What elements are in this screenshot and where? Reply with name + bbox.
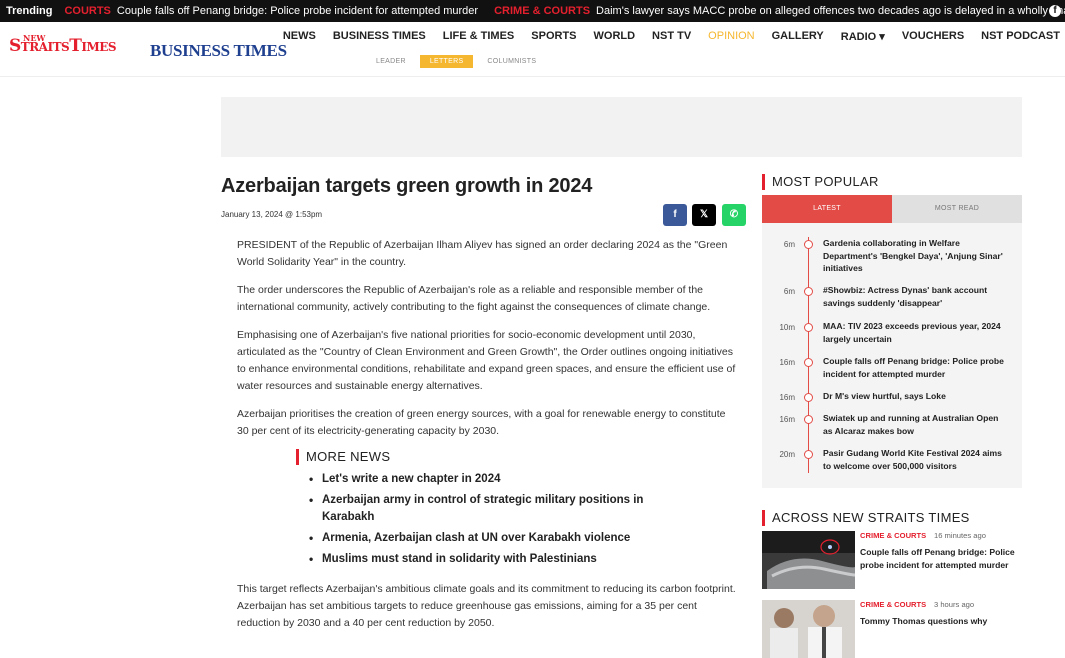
nav-item-gallery[interactable]: GALLERY (772, 30, 824, 43)
nav-item-nst-tv[interactable]: NST TV (652, 30, 691, 43)
nav-item-opinion[interactable]: OPINION (708, 30, 754, 43)
item-time: 16m (779, 415, 795, 424)
item-time: 20m (779, 450, 795, 459)
whatsapp-share-button[interactable]: ✆ (722, 204, 746, 226)
tab-most-read[interactable]: MOST READ (892, 195, 1022, 223)
item-headline[interactable]: Dr M's view hurtful, says Loke (823, 390, 1005, 403)
trending-category: CRIME & COURTS (494, 5, 591, 17)
article-paragraph: The order underscores the Republic of Az… (237, 284, 711, 313)
trending-label: Trending (6, 5, 53, 17)
nav-item-nst-podcast[interactable]: NST PODCAST (981, 30, 1060, 43)
site-header: NEW StraitsTimes BUSINESS TIMES NEWS BUS… (0, 22, 1065, 77)
item-headline[interactable]: Pasir Gudang World Kite Festival 2024 ai… (823, 447, 1005, 472)
item-time: 6m (783, 240, 795, 249)
nav-item-news[interactable]: NEWS (283, 30, 316, 43)
item-headline[interactable]: #Showbiz: Actress Dynas' bank account sa… (823, 284, 1005, 309)
ad-banner (221, 97, 1022, 157)
timeline-dot (804, 287, 813, 296)
item-headline[interactable]: MAA: TIV 2023 exceeds previous year, 202… (823, 320, 1005, 345)
article-title: Azerbaijan targets green growth in 2024 (221, 175, 593, 197)
more-news-list: Let's write a new chapter in 2024 Azerba… (296, 471, 696, 568)
timeline-dot (804, 393, 813, 402)
trending-bar: Trending COURTS Couple falls off Penang … (0, 0, 1065, 22)
main-nav: NEWS BUSINESS TIMES LIFE & TIMES SPORTS … (266, 30, 1060, 43)
article-time: 16 minutes ago (934, 531, 986, 540)
trending-item[interactable]: CRIME & COURTS Daim's lawyer says MACC p… (494, 5, 1065, 17)
most-popular-heading: MOST POPULAR (762, 174, 879, 190)
facebook-share-button[interactable]: f (663, 204, 687, 226)
article-thumbnail[interactable] (762, 531, 855, 589)
more-news-link[interactable]: Azerbaijan army in control of strategic … (296, 492, 666, 526)
most-popular-list: 6m Gardenia collaborating in Welfare Dep… (762, 223, 1022, 488)
article-category[interactable]: CRIME & COURTS (860, 531, 926, 540)
article-category[interactable]: CRIME & COURTS (860, 600, 926, 609)
trending-headline: Daim's lawyer says MACC probe on alleged… (596, 5, 1065, 17)
nav-item-business-times[interactable]: BUSINESS TIMES (333, 30, 426, 43)
subnav-leader[interactable]: LEADER (366, 55, 416, 68)
business-times-logo[interactable]: BUSINESS TIMES (150, 41, 287, 61)
article-paragraph: Emphasising one of Azerbaijan's five nat… (237, 329, 736, 392)
item-time: 6m (783, 287, 795, 296)
article-time: 3 hours ago (934, 600, 975, 609)
timeline-dot (804, 240, 813, 249)
timeline-dot (804, 450, 813, 459)
article-paragraph: PRESIDENT of the Republic of Azerbaijan … (237, 239, 728, 268)
article-headline[interactable]: Couple falls off Penang bridge: Police p… (860, 546, 1020, 571)
subnav-letters[interactable]: LETTERS (419, 55, 474, 68)
trending-category: COURTS (64, 5, 111, 17)
timeline-dot (804, 323, 813, 332)
nst-logo[interactable]: NEW StraitsTimes (9, 33, 117, 56)
nav-item-life-times[interactable]: LIFE & TIMES (443, 30, 515, 43)
timeline-line (808, 237, 809, 473)
more-news-link[interactable]: Let's write a new chapter in 2024 (296, 471, 666, 488)
item-headline[interactable]: Gardenia collaborating in Welfare Depart… (823, 237, 1005, 275)
nav-item-sports[interactable]: SPORTS (531, 30, 576, 43)
more-news: MORE NEWS Let's write a new chapter in 2… (296, 449, 696, 572)
item-time: 10m (779, 323, 795, 332)
timeline-dot (804, 415, 813, 424)
facebook-icon[interactable]: f (1049, 5, 1061, 17)
article-paragraph: This target reflects Azerbaijan's ambiti… (237, 583, 736, 629)
across-nst-heading: ACROSS NEW STRAITS TIMES (762, 510, 970, 526)
nav-item-radio[interactable]: RADIO ▾ (841, 30, 885, 43)
item-headline[interactable]: Swiatek up and running at Australian Ope… (823, 412, 1005, 437)
x-share-button[interactable]: 𝕏 (692, 204, 716, 226)
article-thumbnail[interactable] (762, 600, 855, 658)
item-time: 16m (779, 393, 795, 402)
tab-latest[interactable]: LATEST (762, 195, 892, 223)
trending-headline: Couple falls off Penang bridge: Police p… (116, 5, 479, 17)
more-news-heading: MORE NEWS (296, 449, 696, 465)
opinion-subnav: LEADER LETTERS COLUMNISTS (366, 55, 550, 68)
article-body: PRESIDENT of the Republic of Azerbaijan … (237, 237, 737, 451)
more-news-link[interactable]: Muslims must stand in solidarity with Pa… (296, 551, 666, 568)
subnav-columnists[interactable]: COLUMNISTS (477, 55, 546, 68)
article-date: January 13, 2024 @ 1:53pm (221, 210, 323, 219)
item-time: 16m (779, 358, 795, 367)
nav-item-vouchers[interactable]: VOUCHERS (902, 30, 964, 43)
trending-item[interactable]: COURTS Couple falls off Penang bridge: P… (64, 5, 478, 17)
item-headline[interactable]: Couple falls off Penang bridge: Police p… (823, 355, 1005, 380)
nav-item-world[interactable]: WORLD (594, 30, 636, 43)
most-popular-tabs: LATEST MOST READ (762, 195, 1022, 223)
article-paragraph: Azerbaijan prioritises the creation of g… (237, 408, 726, 437)
article-headline[interactable]: Tommy Thomas questions why (860, 615, 1020, 628)
more-news-link[interactable]: Armenia, Azerbaijan clash at UN over Kar… (296, 530, 666, 547)
nst-logo-small: NEW (23, 33, 46, 43)
timeline-dot (804, 358, 813, 367)
